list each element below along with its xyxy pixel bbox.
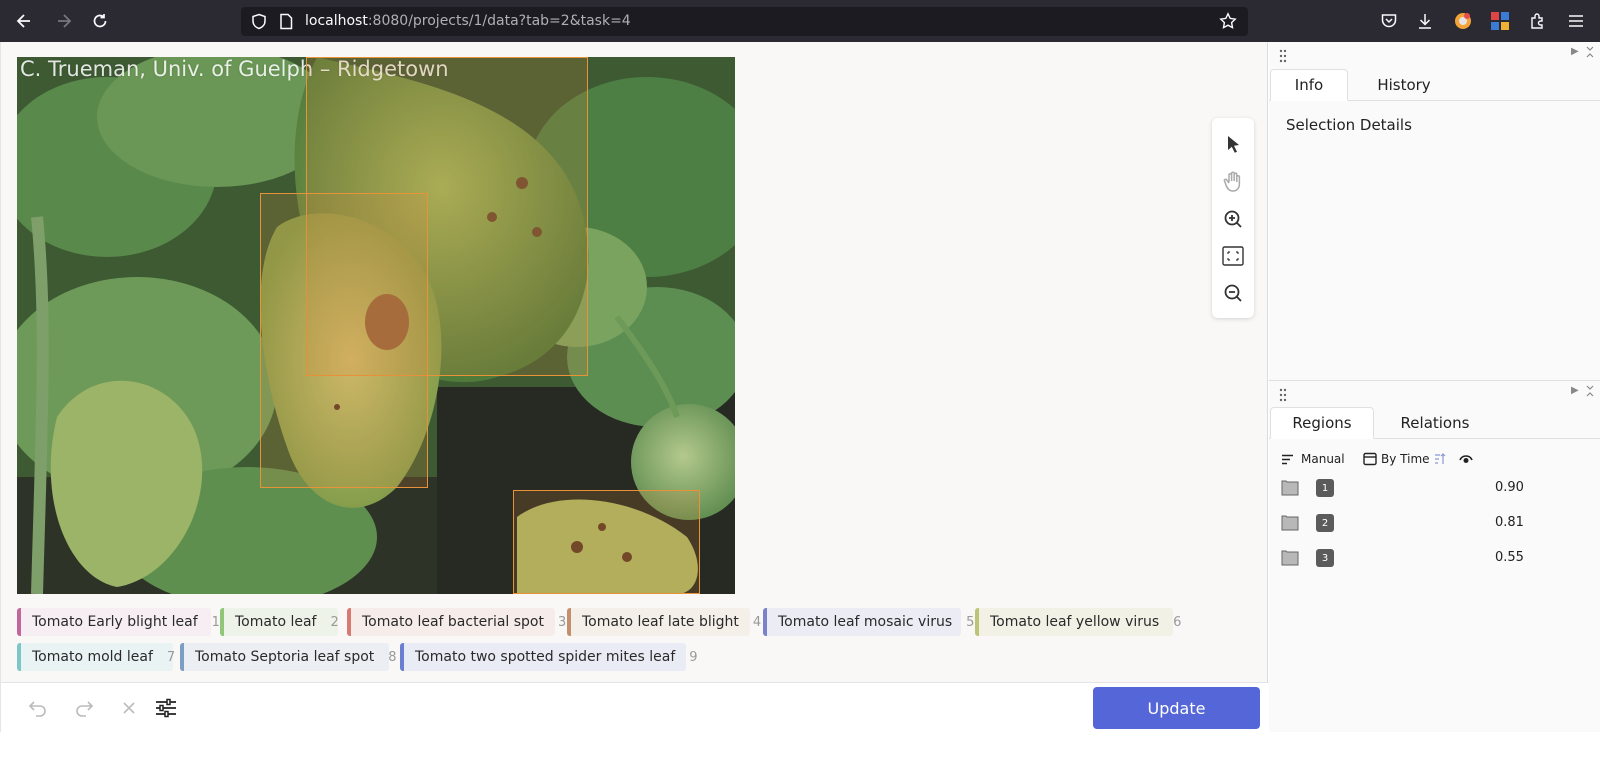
tab-relations[interactable]: Relations [1375, 407, 1495, 439]
redo-icon[interactable] [71, 695, 97, 721]
drag-handle-icon[interactable] [1279, 387, 1287, 406]
label-name: Tomato two spotted spider mites leaf [415, 649, 676, 665]
label-chip-spider-mites[interactable]: Tomato two spotted spider mites leaf 9 [400, 643, 698, 671]
label-name: Tomato leaf [235, 614, 317, 630]
labeling-app: C. Trueman, Univ. of Guelph – Ridgetown [0, 42, 1600, 781]
drag-handle-icon[interactable] [1279, 48, 1287, 67]
label-name: Tomato leaf late blight [582, 614, 739, 630]
calendar-icon [1363, 452, 1377, 469]
label-name: Tomato leaf mosaic virus [778, 614, 953, 630]
label-name: Tomato Septoria leaf spot [195, 649, 375, 665]
label-hotkey: 3 [558, 614, 567, 630]
extensions-puzzle-icon[interactable] [1526, 9, 1550, 33]
extension-colorful-icon[interactable] [1451, 9, 1475, 33]
region-score: 0.81 [1495, 515, 1524, 530]
regions-panel-header: ▶ [1269, 380, 1600, 406]
collapse-panel-icon[interactable] [1586, 46, 1594, 61]
region-index-badge: 2 [1316, 514, 1334, 532]
select-pointer-icon[interactable] [1221, 132, 1245, 156]
download-icon[interactable] [1413, 9, 1437, 33]
list-lines-icon [1281, 454, 1294, 468]
extension-grid-icon[interactable] [1488, 9, 1512, 33]
shield-icon[interactable] [251, 13, 267, 34]
label-chip-bacterial-spot[interactable]: Tomato leaf bacterial spot 3 [347, 608, 566, 636]
annotation-area: C. Trueman, Univ. of Guelph – Ridgetown [0, 42, 1269, 732]
forward-arrow-icon[interactable] [52, 9, 76, 33]
reset-close-icon[interactable] [116, 695, 142, 721]
annotation-image[interactable]: C. Trueman, Univ. of Guelph – Ridgetown [17, 57, 735, 594]
label-hotkey: 6 [1173, 614, 1182, 630]
label-hotkey: 5 [966, 614, 975, 630]
region-row[interactable]: 3 0.55 [1269, 541, 1600, 575]
region-score: 0.90 [1495, 480, 1524, 495]
label-chip-yellow-virus[interactable]: Tomato leaf yellow virus 6 [975, 608, 1181, 636]
regions-sort-toolbar: Manual By Time [1269, 448, 1600, 472]
label-chip-mosaic-virus[interactable]: Tomato leaf mosaic virus 5 [763, 608, 974, 636]
label-hotkey: 2 [330, 614, 339, 630]
regions-tabs: Regions Relations [1269, 407, 1600, 439]
visibility-eye-icon[interactable] [1459, 453, 1473, 468]
url-bar[interactable]: localhost:8080/projects/1/data?tab=2&tas… [241, 7, 1248, 36]
label-hotkey: 7 [166, 649, 176, 665]
zoom-out-icon[interactable] [1221, 281, 1245, 305]
label-name: Tomato mold leaf [32, 649, 153, 665]
sort-manual-button[interactable]: Manual [1301, 452, 1345, 466]
sort-direction-icon[interactable] [1434, 452, 1446, 469]
reload-icon[interactable] [88, 9, 112, 33]
label-chip-early-blight[interactable]: Tomato Early blight leaf 1 [17, 608, 220, 636]
rectangle-region-icon [1281, 480, 1299, 500]
info-panel-header: ▶ [1269, 42, 1600, 68]
bookmark-star-icon[interactable] [1219, 12, 1237, 34]
region-index-badge: 3 [1316, 549, 1334, 567]
undo-icon[interactable] [25, 695, 51, 721]
region-score: 0.55 [1495, 550, 1524, 565]
pan-hand-icon[interactable] [1221, 170, 1245, 194]
region-row[interactable]: 2 0.81 [1269, 506, 1600, 540]
zoom-in-icon[interactable] [1221, 207, 1245, 231]
label-hotkey: 9 [689, 649, 698, 665]
hamburger-menu-icon[interactable] [1564, 9, 1588, 33]
browser-toolbar: localhost:8080/projects/1/data?tab=2&tas… [0, 0, 1600, 42]
label-name: Tomato leaf yellow virus [990, 614, 1160, 630]
image-tools-panel [1212, 118, 1254, 318]
selection-details-title: Selection Details [1286, 116, 1412, 134]
fit-to-screen-icon[interactable] [1221, 244, 1245, 268]
page-info-icon[interactable] [279, 13, 293, 34]
rectangle-region-icon [1281, 550, 1299, 570]
bounding-box-region[interactable] [513, 490, 700, 594]
bounding-box-region[interactable] [260, 193, 428, 488]
region-index-badge: 1 [1316, 479, 1334, 497]
bottom-action-bar: Update [1, 682, 1269, 732]
settings-sliders-icon[interactable] [153, 695, 179, 721]
tab-info[interactable]: Info [1270, 69, 1348, 101]
label-chip-tomato-leaf[interactable]: Tomato leaf 2 [220, 608, 339, 636]
info-tabs: Info History [1269, 69, 1600, 101]
collapse-panel-icon[interactable] [1586, 385, 1594, 400]
label-chip-mold-leaf[interactable]: Tomato mold leaf 7 [17, 643, 176, 671]
label-hotkey: 8 [388, 649, 397, 665]
rectangle-region-icon [1281, 515, 1299, 535]
tab-regions[interactable]: Regions [1270, 407, 1374, 439]
region-row[interactable]: 1 0.90 [1269, 471, 1600, 505]
update-button[interactable]: Update [1093, 687, 1260, 729]
expand-triangle-icon[interactable]: ▶ [1571, 46, 1579, 57]
label-hotkey: 1 [211, 614, 220, 630]
label-chip-late-blight[interactable]: Tomato leaf late blight 4 [567, 608, 761, 636]
sort-by-time-button[interactable]: By Time [1381, 452, 1430, 466]
label-chip-septoria[interactable]: Tomato Septoria leaf spot 8 [180, 643, 397, 671]
back-arrow-icon[interactable] [12, 9, 36, 33]
label-name: Tomato leaf bacterial spot [362, 614, 544, 630]
tab-history[interactable]: History [1349, 69, 1459, 101]
url-text: localhost:8080/projects/1/data?tab=2&tas… [305, 13, 631, 29]
right-sidebar: ▶ Info History Selection Details ▶ Regio… [1269, 42, 1600, 732]
expand-triangle-icon[interactable]: ▶ [1571, 385, 1579, 396]
pocket-icon[interactable] [1377, 9, 1401, 33]
label-name: Tomato Early blight leaf [32, 614, 198, 630]
label-hotkey: 4 [752, 614, 762, 630]
